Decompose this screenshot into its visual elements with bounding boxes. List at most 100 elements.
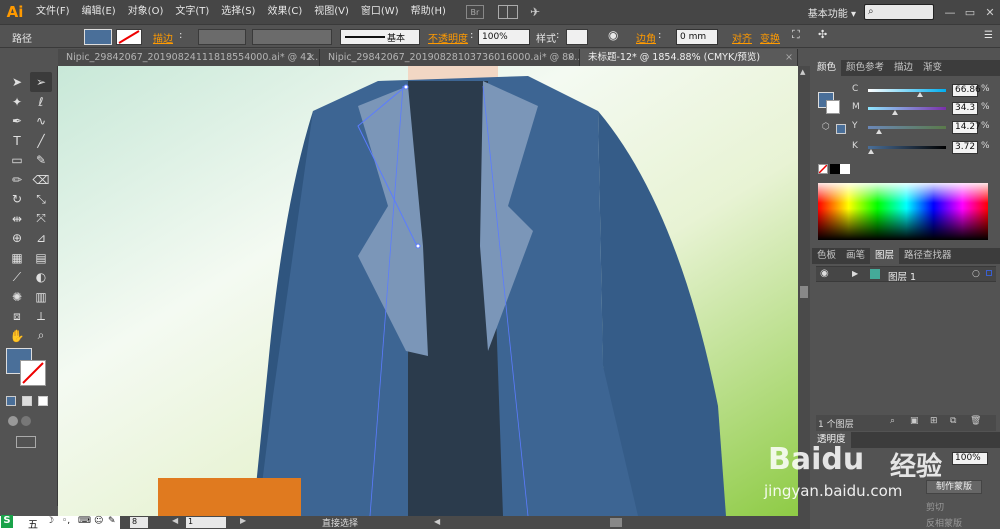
recolor-icon[interactable]: ◉ (608, 28, 618, 42)
opacity-field[interactable]: 100% (478, 29, 530, 45)
curvature-tool-icon[interactable]: ∿ (30, 111, 52, 131)
color-spectrum[interactable] (818, 183, 988, 240)
menu-select[interactable]: 选择(S) (215, 0, 261, 24)
locate-object-icon[interactable]: ⌕ (890, 416, 895, 426)
slider-c[interactable]: C 66.86 % (852, 84, 996, 98)
scroll-left-icon[interactable]: ◀ (434, 517, 440, 526)
draw-mode-icon[interactable] (8, 416, 48, 428)
delete-layer-icon[interactable]: 🗑 (970, 416, 981, 426)
free-transform-tool-icon[interactable]: ⤧ (30, 209, 52, 229)
clipping-mask-icon[interactable]: ▣ (910, 416, 919, 426)
stroke-swatch[interactable] (116, 29, 142, 45)
direct-selection-tool-icon[interactable]: ➢ (30, 72, 52, 92)
transform-link[interactable]: 变换 (760, 30, 780, 45)
prev-artboard-icon[interactable]: ◀ (172, 516, 178, 525)
tab-swatches[interactable]: 色板 (812, 248, 841, 264)
menu-help[interactable]: 帮助(H) (405, 0, 452, 24)
width-tool-icon[interactable]: ⇹ (6, 209, 28, 229)
slider-thumb[interactable] (867, 149, 874, 154)
hscroll-thumb[interactable] (610, 518, 622, 527)
horizontal-scrollbar[interactable]: ◀ (430, 516, 810, 529)
black-swatch[interactable] (830, 164, 840, 174)
tab-close-icon[interactable]: × (307, 49, 315, 66)
eye-icon[interactable]: ◉ (820, 268, 829, 279)
tab-brushes[interactable]: 画笔 (841, 248, 870, 264)
slider-k[interactable]: K 3.72 % (852, 141, 996, 155)
mesh-tool-icon[interactable]: ▦ (6, 248, 28, 268)
blend-tool-icon[interactable]: ◐ (30, 267, 52, 287)
paintbrush-tool-icon[interactable]: ✎ (30, 150, 52, 170)
vertical-scrollbar[interactable]: ▲ (798, 66, 810, 516)
eraser-tool-icon[interactable]: ⌫ (30, 170, 52, 190)
isolate-icon[interactable]: ⛶ (792, 28, 800, 42)
brush-definition-dropdown[interactable]: 基本 (340, 29, 420, 45)
symbol-sprayer-tool-icon[interactable]: ✺ (6, 287, 28, 307)
channel-value[interactable]: 14.27 (952, 121, 981, 134)
tab-close-icon[interactable]: × (785, 49, 793, 66)
slider-track[interactable] (868, 89, 946, 92)
white-swatch[interactable] (840, 164, 850, 174)
menu-effect[interactable]: 效果(C) (261, 0, 308, 24)
lasso-tool-icon[interactable]: ℓ (30, 92, 52, 112)
align-link[interactable]: 对齐 (732, 30, 752, 45)
opacity-label[interactable]: 不透明度 (428, 30, 468, 45)
slider-y[interactable]: Y 14.27 % (852, 121, 996, 135)
anchor-point[interactable] (415, 243, 421, 249)
menu-object[interactable]: 对象(O) (122, 0, 170, 24)
anchor-point[interactable] (403, 84, 409, 90)
line-tool-icon[interactable]: ╱ (30, 131, 52, 151)
pencil-tool-icon[interactable]: ✏ (6, 170, 28, 190)
stroke-weight-field[interactable] (198, 29, 246, 45)
menu-window[interactable]: 窗口(W) (355, 0, 405, 24)
shape-builder-tool-icon[interactable]: ⊕ (6, 228, 28, 248)
hand-tool-icon[interactable]: ✋ (6, 326, 28, 346)
tab-close-icon[interactable]: × (567, 49, 575, 66)
graphic-style-swatch[interactable] (566, 29, 588, 45)
last-color-swatch[interactable] (836, 124, 846, 134)
channel-value[interactable]: 66.86 (952, 84, 981, 97)
slider-thumb[interactable] (876, 129, 883, 134)
slice-tool-icon[interactable]: ⟂ (30, 306, 52, 326)
rectangle-tool-icon[interactable]: ▭ (6, 150, 28, 170)
tab-document-3[interactable]: 未标题-12* @ 1854.88% (CMYK/预览) × (580, 49, 798, 66)
ime-mode-icon[interactable]: 五 (28, 516, 38, 529)
tab-stroke[interactable]: 描边 (889, 60, 918, 76)
none-swatch[interactable] (818, 164, 828, 174)
tab-document-2[interactable]: Nipic_29842067_20190828103736016000.ai* … (320, 49, 580, 66)
channel-value[interactable]: 3.72 (952, 141, 978, 154)
tab-pathfinder[interactable]: 路径查找器 (899, 248, 957, 264)
slider-thumb[interactable] (917, 92, 924, 97)
user-icon[interactable]: ☺ (94, 516, 103, 526)
new-layer-icon[interactable]: ⧉ (950, 416, 956, 426)
wrench-icon[interactable]: ✎ (108, 516, 116, 526)
slider-thumb[interactable] (891, 110, 898, 115)
screen-mode-icon[interactable] (16, 436, 36, 448)
selection-tool-icon[interactable]: ➤ (6, 72, 28, 92)
zoom-field[interactable]: 8 (130, 517, 148, 528)
slider-track[interactable] (868, 107, 946, 110)
variable-width-profile[interactable] (252, 29, 332, 45)
ime-toolbar[interactable]: S 五 ☽ ◦, ⌨ ☺ ✎ (0, 515, 120, 529)
panel-menu-icon[interactable]: ☰ (984, 30, 993, 41)
invert-mask-checkbox-label[interactable]: 反相蒙版 (926, 516, 962, 529)
tab-transparency[interactable]: 透明度 (812, 432, 851, 448)
bridge-icon[interactable]: Br (465, 5, 484, 19)
selection-indicator[interactable] (986, 270, 992, 276)
new-sublayer-icon[interactable]: ⊞ (930, 416, 938, 426)
corner-label[interactable]: 边角 (636, 30, 656, 45)
help-search-input[interactable]: ⌕ (864, 4, 934, 20)
perspective-tool-icon[interactable]: ⊿ (30, 228, 52, 248)
scroll-up-icon[interactable]: ▲ (800, 68, 805, 76)
punctuation-icon[interactable]: ◦, (62, 516, 70, 526)
corner-radius-field[interactable]: 0 mm (676, 29, 718, 45)
stroke-color-swatch[interactable] (20, 360, 46, 386)
menu-file[interactable]: 文件(F) (30, 0, 76, 24)
pen-tool-icon[interactable]: ✒ (6, 111, 28, 131)
column-graph-tool-icon[interactable]: ▥ (30, 287, 52, 307)
slider-m[interactable]: M 34.3 % (852, 102, 996, 116)
menu-edit[interactable]: 编辑(E) (76, 0, 122, 24)
make-mask-button[interactable]: 制作蒙版 (926, 480, 982, 494)
none-mode-icon[interactable] (38, 396, 48, 406)
next-artboard-icon[interactable]: ▶ (240, 516, 246, 525)
artboard-canvas[interactable] (58, 66, 798, 516)
